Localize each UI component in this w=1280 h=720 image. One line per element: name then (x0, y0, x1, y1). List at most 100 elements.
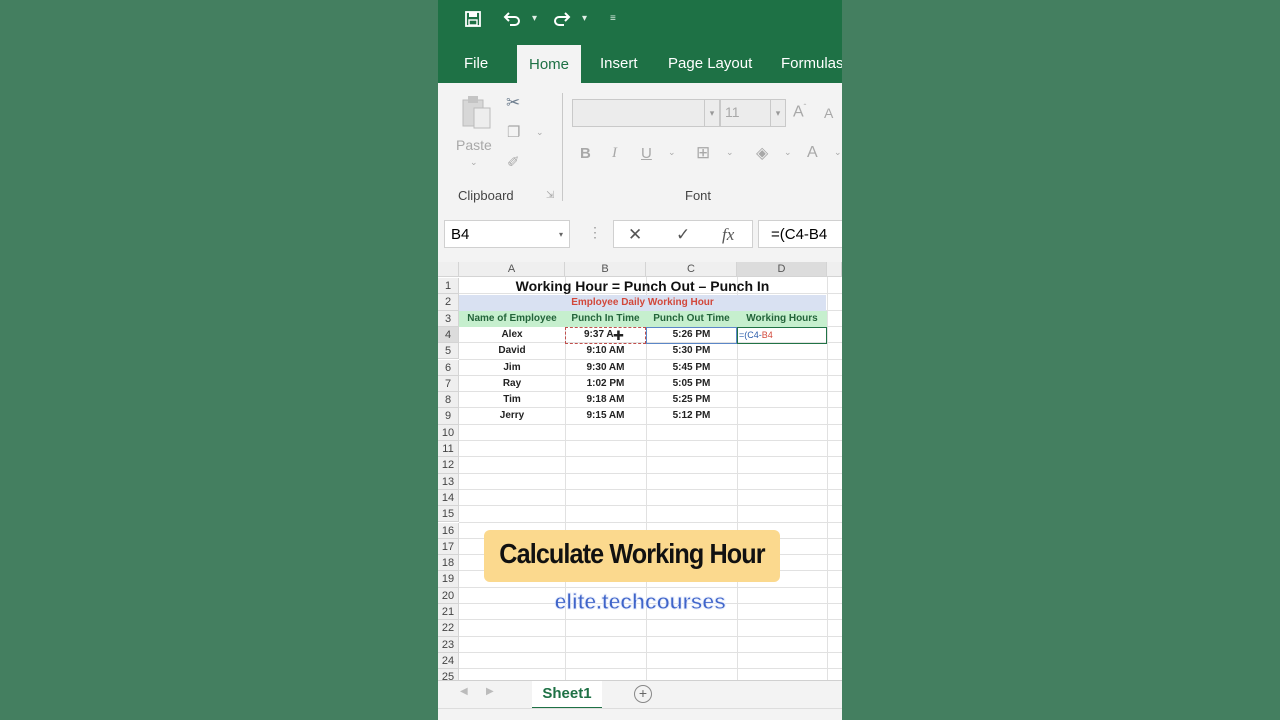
selected-cell-b4[interactable] (565, 327, 646, 344)
column-header-b[interactable]: B (565, 262, 646, 277)
column-header-a[interactable]: A (459, 262, 565, 277)
row-header[interactable]: 1 (438, 278, 459, 295)
cell-employee-name[interactable]: Alex (459, 327, 565, 343)
underline-icon[interactable]: U (641, 145, 652, 162)
header-working-hours[interactable]: Working Hours (737, 311, 827, 327)
sheet-subtitle[interactable]: Employee Daily Working Hour (459, 295, 826, 311)
column-header-c[interactable]: C (646, 262, 737, 277)
row-header[interactable]: 11 (438, 441, 459, 458)
undo-dropdown-icon[interactable]: ▾ (532, 13, 537, 24)
chevron-down-icon[interactable]: ▾ (559, 221, 563, 249)
header-name[interactable]: Name of Employee (459, 311, 565, 327)
cell-employee-name[interactable]: Jim (459, 360, 565, 376)
row-header[interactable]: 3 (438, 310, 459, 327)
fill-color-icon[interactable]: ◈ (756, 143, 768, 163)
cell-employee-name[interactable]: David (459, 343, 565, 359)
column-header-e[interactable] (827, 262, 842, 277)
paste-dropdown-icon[interactable]: ⌄ (470, 157, 478, 168)
header-punch-out[interactable]: Punch Out Time (646, 311, 737, 327)
format-painter-icon[interactable]: ✐ (507, 153, 520, 171)
cancel-icon[interactable]: ✕ (628, 225, 642, 245)
cell-punch-out[interactable]: 5:05 PM (646, 376, 737, 392)
row-header[interactable]: 5 (438, 343, 459, 360)
redo-icon[interactable] (552, 10, 572, 33)
decrease-font-icon[interactable]: A (824, 105, 833, 121)
row-header[interactable]: 8 (438, 392, 459, 409)
font-name-box[interactable]: ▾ (572, 99, 720, 127)
cell-punch-in[interactable]: 1:02 PM (565, 376, 646, 392)
cell-punch-in[interactable]: 9:30 AM (565, 360, 646, 376)
cell-employee-name[interactable]: Tim (459, 392, 565, 408)
cut-icon[interactable]: ✂ (506, 93, 520, 113)
tab-home[interactable]: Home (517, 45, 582, 83)
formula-input[interactable]: =(C4-B4 (758, 220, 842, 248)
cell-punch-in[interactable]: 9:15 AM (565, 408, 646, 424)
row-header[interactable]: 25 (438, 669, 459, 680)
row-header[interactable]: 13 (438, 473, 459, 490)
row-header[interactable]: 23 (438, 636, 459, 653)
tab-page-layout[interactable]: Page Layout (668, 44, 752, 83)
row-header[interactable]: 9 (438, 408, 459, 425)
enter-icon[interactable]: ✓ (676, 225, 690, 245)
row-header[interactable]: 21 (438, 604, 459, 621)
cell-punch-in[interactable]: 9:18 AM (565, 392, 646, 408)
row-header[interactable]: 24 (438, 652, 459, 670)
row-header[interactable]: 10 (438, 424, 459, 441)
scroll-left-icon[interactable]: ◀ (460, 686, 468, 697)
borders-icon[interactable]: ⊞ (696, 143, 710, 163)
cell-punch-out[interactable]: 5:25 PM (646, 392, 737, 408)
fill-dropdown-icon[interactable]: ⌄ (784, 147, 792, 158)
tab-insert[interactable]: Insert (600, 44, 638, 83)
row-header[interactable]: 20 (438, 587, 459, 604)
row-header[interactable]: 15 (438, 506, 459, 523)
row-header[interactable]: 14 (438, 489, 459, 507)
redo-dropdown-icon[interactable]: ▾ (582, 13, 587, 24)
cell-employee-name[interactable]: Ray (459, 376, 565, 392)
editing-cell-d4[interactable]: =(C4-B4 (737, 327, 827, 344)
font-color-icon[interactable]: A (807, 144, 818, 162)
clipboard-launcher-icon[interactable]: ⇲ (546, 190, 554, 201)
bold-icon[interactable]: B (580, 145, 591, 162)
scroll-right-icon[interactable]: ▶ (486, 686, 494, 697)
chevron-down-icon[interactable]: ▾ (770, 100, 785, 126)
row-header[interactable]: 17 (438, 538, 459, 556)
row-header[interactable]: 4 (438, 326, 459, 344)
paste-label[interactable]: Paste (456, 137, 492, 153)
row-header[interactable]: 18 (438, 555, 459, 572)
copy-icon[interactable]: ❐ (507, 123, 520, 141)
cell-employee-name[interactable]: Jerry (459, 408, 565, 424)
undo-icon[interactable] (502, 10, 522, 33)
cell-punch-out[interactable]: 5:30 PM (646, 343, 737, 359)
select-all-corner[interactable] (438, 262, 459, 277)
underline-dropdown-icon[interactable]: ⌄ (668, 147, 676, 158)
paste-icon[interactable] (460, 95, 492, 134)
cell-punch-in[interactable]: 9:10 AM (565, 343, 646, 359)
row-header[interactable]: 22 (438, 620, 459, 637)
italic-icon[interactable]: I (612, 145, 617, 162)
chevron-down-icon[interactable]: ▾ (704, 100, 719, 126)
font-size-box[interactable]: 11 ▾ (720, 99, 786, 127)
copy-dropdown-icon[interactable]: ⌄ (536, 127, 544, 138)
tab-file[interactable]: File (464, 44, 488, 83)
customize-qat-icon[interactable]: ≡ (610, 13, 616, 24)
add-sheet-icon[interactable]: + (634, 685, 652, 703)
cell-punch-out[interactable]: 5:45 PM (646, 360, 737, 376)
row-header[interactable]: 12 (438, 457, 459, 474)
header-punch-in[interactable]: Punch In Time (565, 311, 646, 327)
increase-font-icon[interactable]: Aˆ (793, 103, 806, 121)
drag-handle-icon[interactable]: ⋮ (588, 224, 602, 241)
sheet-title[interactable]: Working Hour = Punch Out – Punch In (459, 278, 826, 295)
insert-function-icon[interactable]: fx (722, 225, 734, 245)
row-header[interactable]: 2 (438, 294, 459, 311)
row-header[interactable]: 16 (438, 522, 459, 539)
borders-dropdown-icon[interactable]: ⌄ (726, 147, 734, 158)
row-header[interactable]: 7 (438, 375, 459, 393)
name-box[interactable]: B4 ▾ (444, 220, 570, 248)
cell-punch-out[interactable]: 5:12 PM (646, 408, 737, 424)
row-header[interactable]: 19 (438, 571, 459, 588)
tab-formulas[interactable]: Formulas (781, 44, 842, 83)
font-color-dropdown-icon[interactable]: ⌄ (834, 147, 842, 158)
row-header[interactable]: 6 (438, 359, 459, 376)
column-header-d[interactable]: D (737, 262, 827, 277)
save-icon[interactable] (464, 10, 482, 33)
